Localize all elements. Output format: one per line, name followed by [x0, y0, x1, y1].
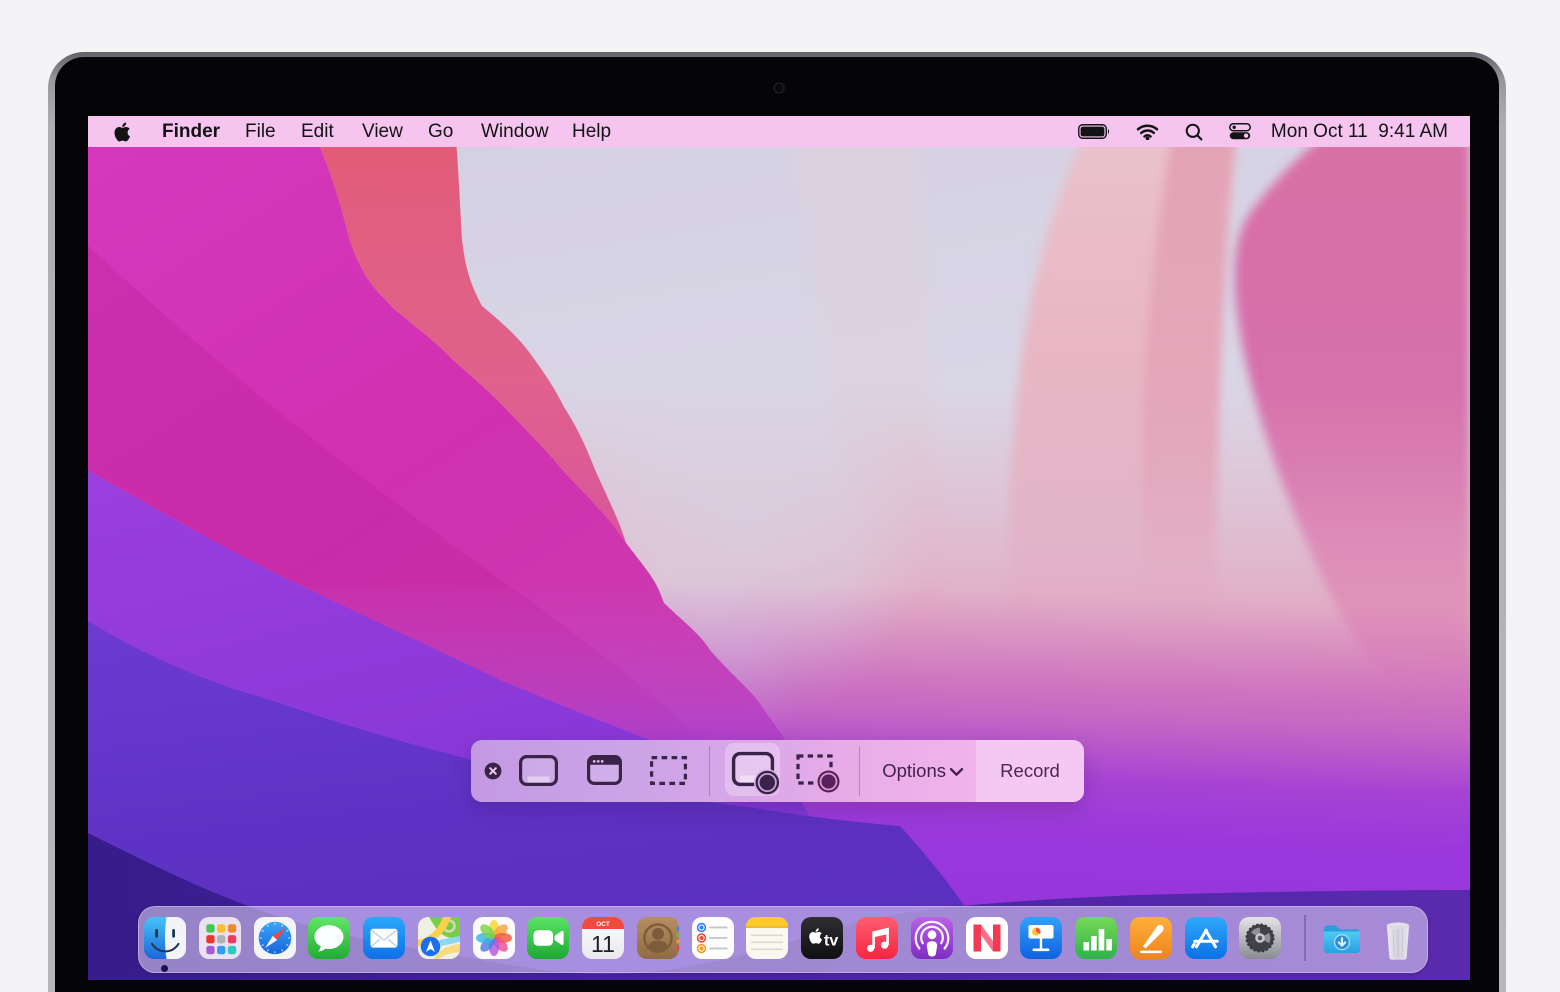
svg-text:OCT: OCT [596, 921, 610, 928]
svg-text:11: 11 [591, 931, 615, 957]
svg-text:tv: tv [824, 933, 838, 950]
